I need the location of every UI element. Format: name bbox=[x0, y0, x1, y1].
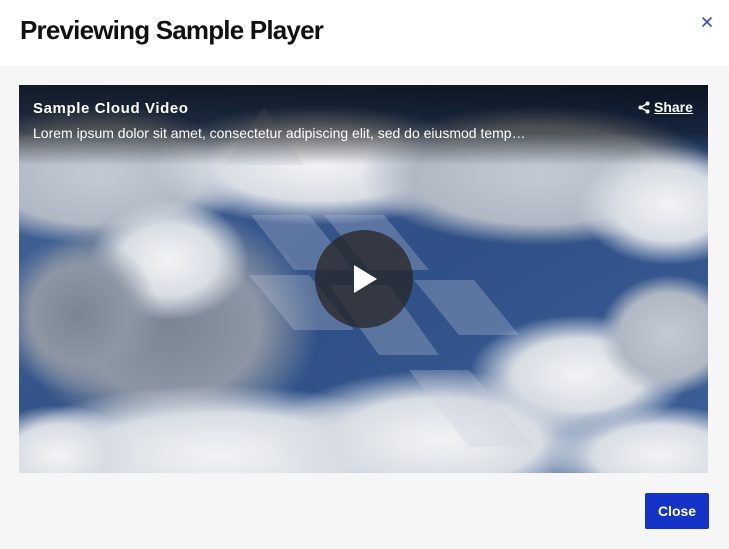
video-title: Sample Cloud Video bbox=[33, 100, 189, 117]
modal-title: Previewing Sample Player bbox=[20, 15, 324, 45]
share-button[interactable]: Share bbox=[638, 98, 693, 116]
share-icon bbox=[638, 101, 650, 113]
preview-modal: Previewing Sample Player Sample Cloud Vi… bbox=[0, 0, 729, 549]
close-icon[interactable] bbox=[699, 14, 715, 30]
modal-header: Previewing Sample Player bbox=[0, 0, 729, 66]
share-label: Share bbox=[654, 99, 693, 115]
close-button[interactable]: Close bbox=[645, 493, 709, 529]
play-button[interactable] bbox=[315, 230, 413, 328]
play-icon bbox=[354, 265, 377, 293]
video-description: Lorem ipsum dolor sit amet, consectetur … bbox=[33, 125, 526, 141]
video-player[interactable]: Sample Cloud Video Lorem ipsum dolor sit… bbox=[19, 85, 708, 473]
